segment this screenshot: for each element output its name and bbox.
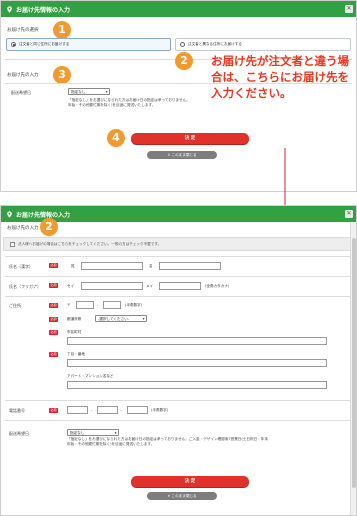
chevron-down-icon: ▾ <box>114 431 117 435</box>
phone-dash: - <box>91 408 93 412</box>
corporate-checkbox-label: 法人様へお届けの場合はこちらをチェックしてください。一般の方はチェック不要です。 <box>18 241 162 246</box>
step-badge-4: 4 <box>107 129 125 147</box>
delivery-date-label: 配送希望日 <box>9 431 29 436</box>
scrollbar-thumb[interactable] <box>352 238 356 488</box>
phone-label: 電話番号 <box>9 408 25 413</box>
required-badge: 必須 <box>49 317 58 322</box>
first-name-kana-input[interactable] <box>159 282 201 290</box>
phone-2-input[interactable] <box>97 406 118 414</box>
required-badge: 必須 <box>49 263 58 268</box>
prefecture-value: -選択してください- <box>98 317 130 321</box>
delivery-date-value: 指定なし <box>70 431 85 435</box>
building-label: アパート・マンション名など <box>67 374 114 378</box>
required-badge: 必須 <box>49 283 58 288</box>
delivery-date-label: 配送希望日 <box>11 90 31 95</box>
dialog-header: お届け先情報の入力 ✕ <box>1 1 356 17</box>
zip-second-input[interactable] <box>103 301 121 309</box>
select-section-label: お届け先の選択 <box>7 28 39 33</box>
zip-first-input[interactable] <box>76 301 94 309</box>
required-badge: 必須 <box>49 408 58 413</box>
delivery-note-line2: 年始・その他繁忙期を除く)を目途に発送いたします。 <box>68 103 156 107</box>
submit-button[interactable]: 決 定 <box>131 133 249 144</box>
divider <box>5 400 352 401</box>
delivery-date-value: 指定なし <box>71 90 86 94</box>
delivery-dialog-expanded: お届け先情報の入力 ✕ お届け先の入力 2 法人様へお届けの場合はこちらをチェッ… <box>0 205 357 516</box>
close-button[interactable]: ✕ このまま閉じる <box>147 151 217 159</box>
mei-kana-label: メイ <box>146 284 154 288</box>
last-name-input[interactable] <box>81 262 143 270</box>
phone-dash: - <box>121 408 123 412</box>
required-badge: 必須 <box>49 352 58 357</box>
input-section-label: お届け先の入力 <box>7 226 39 231</box>
chevron-down-icon: ▾ <box>142 317 145 321</box>
sei-kana-label: セイ <box>67 284 75 288</box>
step-badge-2: 2 <box>175 52 193 70</box>
checkbox[interactable] <box>10 241 15 247</box>
location-pin-icon <box>7 5 12 13</box>
divider <box>5 296 352 297</box>
sei-label: 姓 <box>71 264 75 268</box>
phone-1-input[interactable] <box>67 406 88 414</box>
radio-same-label: 注文者と同じ住所にお届けする <box>19 42 70 46</box>
radio-on-icon <box>11 42 16 47</box>
zip-hint: (半角数字) <box>125 303 143 307</box>
submit-button[interactable]: 決 定 <box>131 476 249 487</box>
mei-label: 名 <box>149 264 153 268</box>
chevron-down-icon: ▾ <box>105 90 108 94</box>
phone-3-input[interactable] <box>127 406 148 414</box>
street-label: 丁目・番地 <box>67 352 85 356</box>
close-icon[interactable]: ✕ <box>345 5 353 13</box>
instruction-annotation: お届け先が注文者と違う場合は、こちらにお届け先を入力ください。 <box>211 54 349 100</box>
kana-label: 氏名（フリガナ） <box>9 284 41 289</box>
phone-hint: (半角数字) <box>151 408 169 412</box>
building-input[interactable] <box>67 381 327 389</box>
city-input[interactable] <box>67 337 327 345</box>
close-icon[interactable]: ✕ <box>345 210 353 218</box>
divider <box>5 256 352 257</box>
delivery-note: 「指定なし」をお選びになられた方はお届け日の指定は承っておりません。ご入金・デザ… <box>67 437 350 447</box>
close-button-label: このまま閉じる <box>171 494 197 498</box>
delivery-date-select[interactable]: 指定なし ▾ <box>67 429 119 436</box>
kana-hint: (全角カタカナ) <box>205 284 230 288</box>
last-name-kana-input[interactable] <box>81 282 143 290</box>
first-name-input[interactable] <box>159 262 221 270</box>
step-badge-3: 3 <box>53 66 71 84</box>
divider <box>5 420 352 421</box>
delivery-dialog-collapsed: お届け先情報の入力 ✕ お届け先の選択 1 注文者と同じ住所にお届けする 注文者… <box>0 0 357 192</box>
name-label: 氏名（漢字） <box>9 264 33 269</box>
divider <box>5 276 352 277</box>
input-section-label: お届け先の入力 <box>7 73 39 78</box>
location-pin-icon <box>7 210 12 218</box>
delivery-date-select[interactable]: 指定なし ▾ <box>68 88 110 95</box>
required-badge: 必須 <box>49 303 58 308</box>
corporate-checkbox-row[interactable]: 法人様へお届けの場合はこちらをチェックしてください。一般の方はチェック不要です。 <box>3 237 353 251</box>
dialog-title: お届け先情報の入力 <box>16 211 71 219</box>
scrollbar[interactable] <box>350 222 356 515</box>
step-badge-2: 2 <box>40 218 58 236</box>
radio-different-address[interactable]: 注文者と異なる住所にお届けする <box>175 38 351 51</box>
zip-mark: 〒 <box>67 303 71 307</box>
city-label: 市区町村 <box>67 330 82 334</box>
required-badge: 必須 <box>49 330 58 335</box>
address-label: ご住所 <box>9 303 21 308</box>
zip-dash: - <box>97 303 99 307</box>
prefecture-select[interactable]: -選択してください- ▾ <box>95 315 147 322</box>
prefecture-label: 都道府県 <box>67 317 82 321</box>
delivery-note: 「指定なし」をお選びになられた方はお届け日の指定は承っておりません。 年始・その… <box>68 98 210 108</box>
dialog-title: お届け先情報の入力 <box>16 6 71 14</box>
close-button-label: このまま閉じる <box>171 153 197 157</box>
radio-off-icon <box>180 42 185 47</box>
radio-same-address[interactable]: 注文者と同じ住所にお届けする <box>6 38 171 51</box>
radio-diff-label: 注文者と異なる住所にお届けする <box>188 42 242 46</box>
close-button[interactable]: ✕ このまま閉じる <box>147 492 217 500</box>
delivery-note-line2: 年始・その他繁忙期を除く)を目途に発送いたします。 <box>67 442 155 446</box>
step-badge-1: 1 <box>53 21 71 39</box>
street-input[interactable] <box>67 359 327 367</box>
